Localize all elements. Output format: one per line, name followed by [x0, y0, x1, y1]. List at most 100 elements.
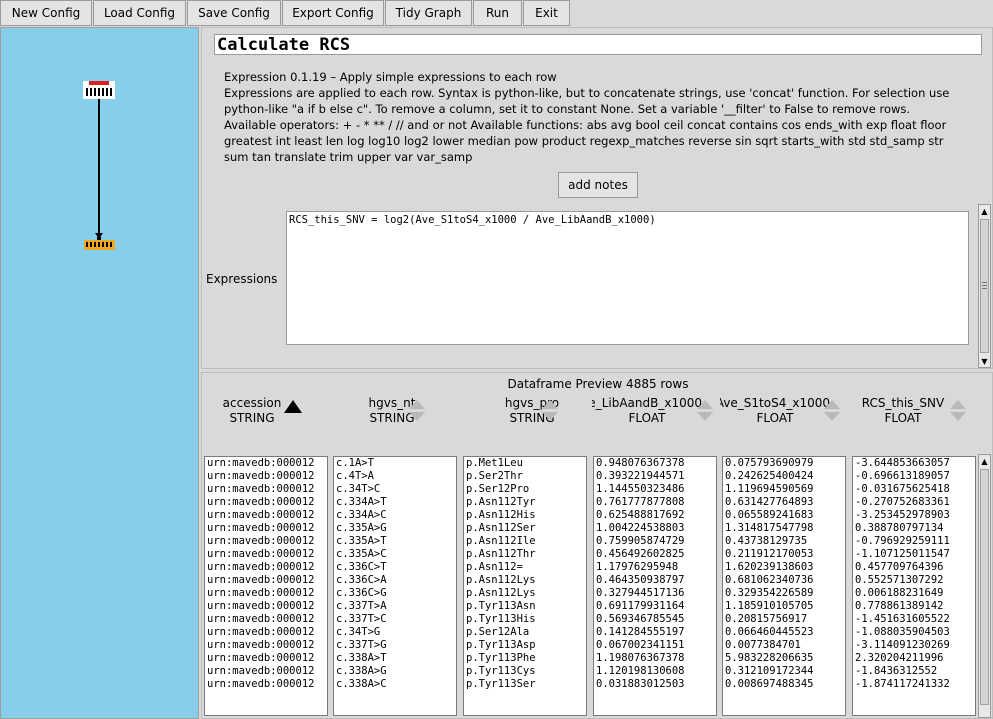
column-name: Ave_S1toS4_x1000 [720, 396, 830, 410]
table-cell: c.338A>C [336, 678, 387, 690]
table-cell: 0.457709764396 [855, 561, 944, 573]
column-list-accession[interactable]: urn:mavedb:000012 urn:mavedb:000012 urn:ma… [204, 456, 328, 716]
sort-up-icon [542, 400, 558, 409]
load-config-button[interactable]: Load Config [93, 0, 186, 26]
sort-toggle-icon[interactable] [409, 400, 425, 422]
table-cell: urn:mavedb:000012 [207, 548, 315, 560]
table-cell: p.Ser12Ala [466, 626, 530, 638]
table-cell: p.Ser2Thr [466, 470, 523, 482]
column-name: Ave_LibAandB_x1000 [592, 396, 702, 410]
scroll-up-icon[interactable]: ▲ [979, 455, 990, 467]
table-cell: 0.948076367378 [596, 457, 685, 469]
table-cell: urn:mavedb:000012 [207, 587, 315, 599]
scroll-thumb[interactable] [980, 219, 989, 353]
graph-edge [98, 99, 100, 236]
column-header-hgvs-nt[interactable]: hgvs_nt STRING [332, 396, 452, 432]
table-cell: 1.120198130608 [596, 665, 685, 677]
column-list-hgvs-nt[interactable]: c.1A>T c.4T>A c.34T>C c.334A>T c.334A>C c.335… [333, 456, 457, 716]
table-cell: 2.320204211996 [855, 652, 944, 664]
table-cell: p.Asn112His [466, 509, 536, 521]
add-notes-button[interactable]: add notes [558, 172, 638, 198]
column-list-ave-s[interactable]: 0.075793690979 0.242625400424 1.1196945905… [722, 456, 846, 716]
table-cell: p.Tyr113Ser [466, 678, 536, 690]
table-cell: p.Met1Leu [466, 457, 523, 469]
graph-panel[interactable] [0, 27, 199, 719]
table-cell: 1.119694590569 [725, 483, 814, 495]
column-header-ave-s[interactable]: Ave_S1toS4_x1000 FLOAT [720, 396, 830, 432]
column-header-ave-lib[interactable]: Ave_LibAandB_x1000 FLOAT [592, 396, 702, 432]
table-cell: p.Tyr113Cys [466, 665, 536, 677]
column-type: FLOAT [628, 411, 666, 425]
table-cell: 1.144550323486 [596, 483, 685, 495]
column-list-ave-lib[interactable]: 0.948076367378 0.393221944571 1.1445503234… [593, 456, 717, 716]
table-cell: -3.644853663057 [855, 457, 950, 469]
column-name: hgvs_pro [504, 396, 560, 410]
scroll-down-icon[interactable]: ▼ [979, 355, 990, 367]
exit-button[interactable]: Exit [523, 0, 570, 26]
expression-node-ports [86, 242, 113, 247]
table-cell: 0.625488817692 [596, 509, 685, 521]
run-button[interactable]: Run [473, 0, 522, 26]
table-cell: urn:mavedb:000012 [207, 535, 315, 547]
table-cell: 1.620239138603 [725, 561, 814, 573]
config-scrollbar[interactable]: ▲ ▼ [978, 204, 991, 368]
preview-scrollbar[interactable]: ▲ [978, 454, 991, 718]
sort-toggle-icon[interactable] [697, 400, 713, 422]
table-cell: c.338A>T [336, 652, 387, 664]
export-config-button[interactable]: Export Config [282, 0, 384, 26]
sort-toggle-icon[interactable] [950, 400, 966, 422]
sort-ascending-icon[interactable] [284, 400, 302, 413]
table-cell: p.Asn112Tyr [466, 496, 536, 508]
expression-node[interactable] [84, 237, 115, 250]
table-cell: -3.253452978903 [855, 509, 950, 521]
save-config-button[interactable]: Save Config [187, 0, 281, 26]
sort-up-icon [950, 400, 966, 409]
column-header-rcs[interactable]: RCS_this_SNV FLOAT [852, 396, 954, 432]
table-cell: urn:mavedb:000012 [207, 496, 315, 508]
column-type: FLOAT [756, 411, 794, 425]
source-node[interactable] [83, 81, 115, 99]
table-cell: -0.796929259111 [855, 535, 950, 547]
table-cell: p.Asn112Lys [466, 587, 536, 599]
sort-toggle-icon[interactable] [542, 400, 558, 422]
table-cell: c.1A>T [336, 457, 374, 469]
tidy-graph-button[interactable]: Tidy Graph [385, 0, 472, 26]
node-title-input[interactable] [214, 34, 982, 55]
table-cell: 0.761777877808 [596, 496, 685, 508]
table-cell: 0.065589241683 [725, 509, 814, 521]
sort-down-icon [697, 412, 713, 421]
table-cell: 1.198076367378 [596, 652, 685, 664]
table-cell: urn:mavedb:000012 [207, 665, 315, 677]
table-cell: -1.8436312552 [855, 665, 938, 677]
column-list-rcs[interactable]: -3.644853663057 -0.696613189057 -0.0316756… [852, 456, 976, 716]
table-cell: 0.006188231649 [855, 587, 944, 599]
grip-line [982, 288, 987, 289]
table-cell: p.Tyr113Asp [466, 639, 536, 651]
column-header-hgvs-pro[interactable]: hgvs_pro STRING [462, 396, 602, 432]
column-name: RCS_this_SNV [861, 396, 945, 410]
column-name: hgvs_nt [368, 396, 416, 410]
new-config-button[interactable]: New Config [0, 0, 92, 26]
table-cell: 0.312109172344 [725, 665, 814, 677]
expression-node-input [97, 237, 101, 240]
expressions-textarea[interactable]: RCS_this_SNV = log2(Ave_S1toS4_x1000 / A… [286, 211, 969, 345]
table-cell: -1.451631605522 [855, 613, 950, 625]
table-cell: p.Asn112= [466, 561, 523, 573]
table-cell: c.337T>A [336, 600, 387, 612]
table-cell: 1.004224538803 [596, 522, 685, 534]
table-cell: urn:mavedb:000012 [207, 639, 315, 651]
sort-toggle-icon[interactable] [824, 400, 840, 422]
table-cell: 0.631427764893 [725, 496, 814, 508]
table-cell: 0.464350938797 [596, 574, 685, 586]
scroll-up-icon[interactable]: ▲ [979, 205, 990, 217]
table-cell: c.335A>G [336, 522, 387, 534]
table-cell: -3.114091230269 [855, 639, 950, 651]
preview-panel: Dataframe Preview 4885 rows accession ST… [201, 372, 993, 719]
scroll-thumb[interactable] [980, 469, 989, 705]
table-cell: 0.141284555197 [596, 626, 685, 638]
column-list-hgvs-pro[interactable]: p.Met1Leu p.Ser2Thr p.Ser12Pro p.Asn112Tyr p… [463, 456, 587, 716]
plugin-description-body: Expressions are applied to each row. Syn… [224, 86, 950, 164]
plugin-version-line: Expression 0.1.19 – Apply simple express… [224, 70, 557, 84]
table-cell: 0.211912170053 [725, 548, 814, 560]
grip-line [982, 282, 987, 283]
